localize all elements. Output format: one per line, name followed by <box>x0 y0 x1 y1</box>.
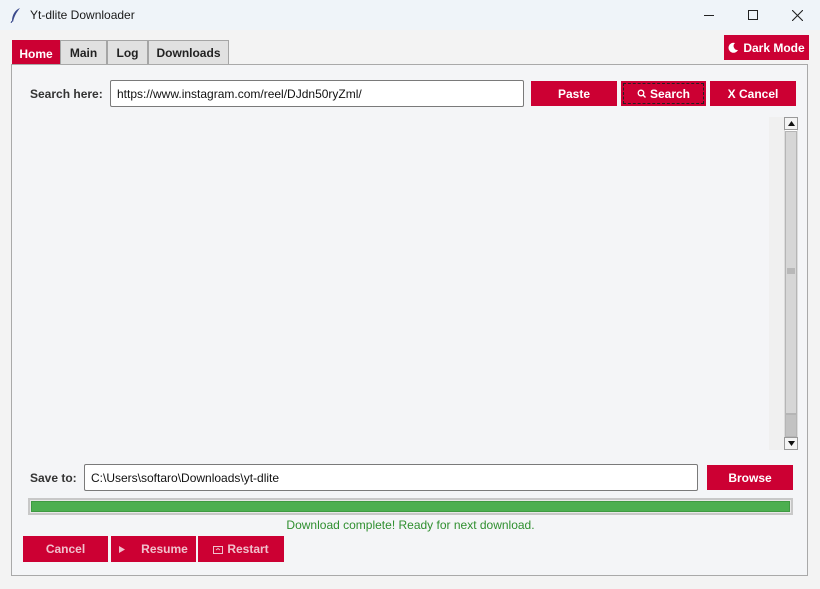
search-label: Search here: <box>30 87 103 101</box>
tab-downloads[interactable]: Downloads <box>148 40 229 65</box>
close-icon <box>791 9 803 21</box>
cancel-download-button[interactable]: Cancel <box>23 536 108 562</box>
window-title: Yt-dlite Downloader <box>30 8 135 22</box>
restart-button[interactable]: Restart <box>198 536 284 562</box>
search-button[interactable]: Search <box>621 81 706 106</box>
cancel-search-label: X Cancel <box>727 86 779 101</box>
tab-log-label: Log <box>116 46 139 60</box>
tab-downloads-label: Downloads <box>156 46 221 60</box>
dark-mode-button[interactable]: Dark Mode <box>724 35 809 60</box>
title-bar: Yt-dlite Downloader <box>0 0 820 30</box>
tab-home-label: Home <box>19 46 53 61</box>
restart-label: Restart <box>227 542 269 556</box>
resume-button[interactable]: Resume <box>111 536 196 562</box>
paste-button[interactable]: Paste <box>531 81 617 106</box>
scroll-up-button[interactable] <box>784 117 798 130</box>
tab-main[interactable]: Main <box>60 40 107 65</box>
progress-fill <box>31 501 790 512</box>
status-message: Download complete! Ready for next downlo… <box>286 518 535 532</box>
paste-label: Paste <box>557 86 591 101</box>
play-icon <box>119 545 126 553</box>
triangle-down-icon <box>787 441 795 446</box>
browse-label: Browse <box>728 470 772 485</box>
restart-icon <box>213 545 224 554</box>
save-label: Save to: <box>30 471 77 485</box>
close-window-button[interactable] <box>774 0 820 30</box>
maximize-button[interactable] <box>730 0 776 30</box>
minimize-icon <box>704 15 714 16</box>
maximize-icon <box>748 10 758 20</box>
scroll-down-button[interactable] <box>784 437 798 450</box>
grip-icon <box>787 268 795 274</box>
tab-home[interactable]: Home <box>12 40 60 66</box>
search-button-label: Search <box>649 86 691 101</box>
resume-label: Resume <box>141 542 188 556</box>
triangle-up-icon <box>787 121 795 126</box>
save-path-input[interactable]: C:\Users\softaro\Downloads\yt-dlite <box>84 464 698 491</box>
scroll-thumb-lower <box>785 414 797 437</box>
minimize-button[interactable] <box>686 0 732 30</box>
moon-icon <box>728 42 739 53</box>
browse-button[interactable]: Browse <box>707 465 793 490</box>
results-area <box>30 117 768 450</box>
magnifier-icon <box>637 89 646 98</box>
tab-log[interactable]: Log <box>107 40 148 65</box>
feather-icon <box>10 8 20 23</box>
save-path-value: C:\Users\softaro\Downloads\yt-dlite <box>91 470 280 485</box>
dark-mode-label: Dark Mode <box>743 40 805 55</box>
search-input-value: https://www.instagram.com/reel/DJdn50ryZ… <box>117 86 362 101</box>
progress-bar <box>28 498 793 515</box>
scroll-thumb[interactable] <box>785 131 797 414</box>
cancel-search-button[interactable]: X Cancel <box>710 81 796 106</box>
cancel-download-label: Cancel <box>45 542 86 556</box>
tab-main-label: Main <box>69 46 98 60</box>
search-input[interactable]: https://www.instagram.com/reel/DJdn50ryZ… <box>110 80 524 107</box>
